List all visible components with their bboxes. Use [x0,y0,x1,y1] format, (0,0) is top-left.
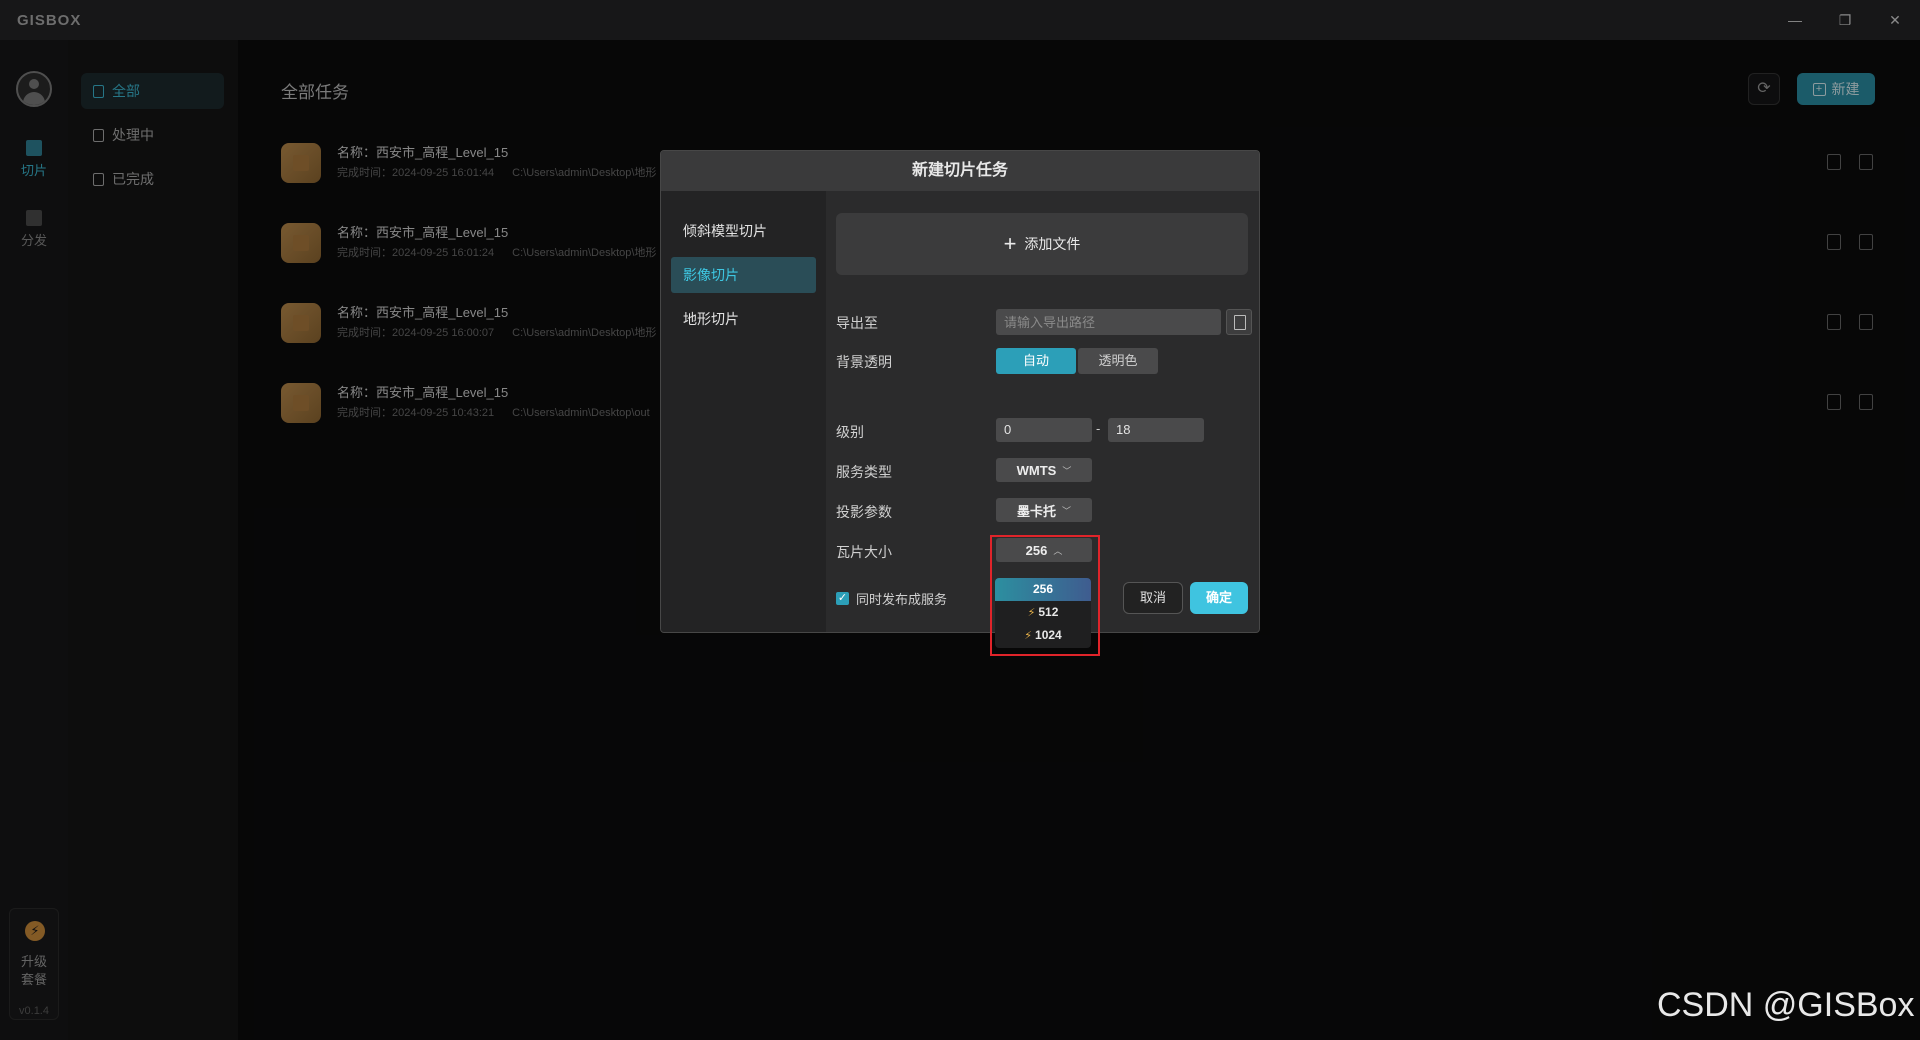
export-label: 导出至 [836,315,878,331]
projection-label: 投影参数 [836,504,892,520]
background-transparent-option[interactable]: 透明色 [1078,348,1158,374]
maximize-button[interactable]: ❐ [1833,8,1857,32]
close-button[interactable]: ✕ [1883,8,1907,32]
export-path-input[interactable] [996,309,1221,335]
chevron-down-icon: ﹀ [1062,465,1072,476]
background-auto-option[interactable]: 自动 [996,348,1076,374]
minimize-button[interactable]: — [1783,8,1807,32]
chevron-down-icon: ﹀ [1062,505,1072,516]
nav-oblique-model-slice[interactable]: 倾斜模型切片 [671,213,816,249]
service-type-label: 服务类型 [836,464,892,480]
projection-select[interactable]: 墨卡托 ﹀ [996,498,1092,522]
background-label: 背景透明 [836,354,892,370]
publish-label: 同时发布成服务 [856,592,948,607]
nav-terrain-slice[interactable]: 地形切片 [671,301,816,337]
browse-folder-icon[interactable] [1226,309,1252,335]
publish-checkbox[interactable]: ✓ [836,592,849,605]
tile-size-label: 瓦片大小 [836,544,892,560]
confirm-button[interactable]: 确定 [1190,582,1248,614]
level-label: 级别 [836,424,864,440]
slice-type-nav: 倾斜模型切片 影像切片 地形切片 [661,191,826,632]
level-min-input[interactable]: 0 [996,418,1092,442]
level-separator: - [1096,421,1101,436]
service-type-value: WMTS [1016,462,1057,478]
projection-value: 墨卡托 [1016,503,1056,519]
highlight-annotation-box [990,535,1100,656]
plus-icon: + [1003,231,1017,256]
app-logo: GISBOX [17,12,82,29]
level-max-input[interactable]: 18 [1108,418,1204,442]
add-file-label: 添加文件 [1024,236,1081,252]
service-type-select[interactable]: WMTS ﹀ [996,458,1092,482]
new-slice-task-dialog: 新建切片任务 倾斜模型切片 影像切片 地形切片 + 添加文件 导出至 背景透明 … [660,150,1260,633]
dialog-title: 新建切片任务 [661,151,1259,191]
title-bar: GISBOX — ❐ ✕ [0,0,1920,40]
cancel-button[interactable]: 取消 [1123,582,1183,614]
nav-image-slice[interactable]: 影像切片 [671,257,816,293]
watermark: CSDN @GISBox [1657,986,1915,1024]
add-file-button[interactable]: + 添加文件 [836,213,1248,275]
